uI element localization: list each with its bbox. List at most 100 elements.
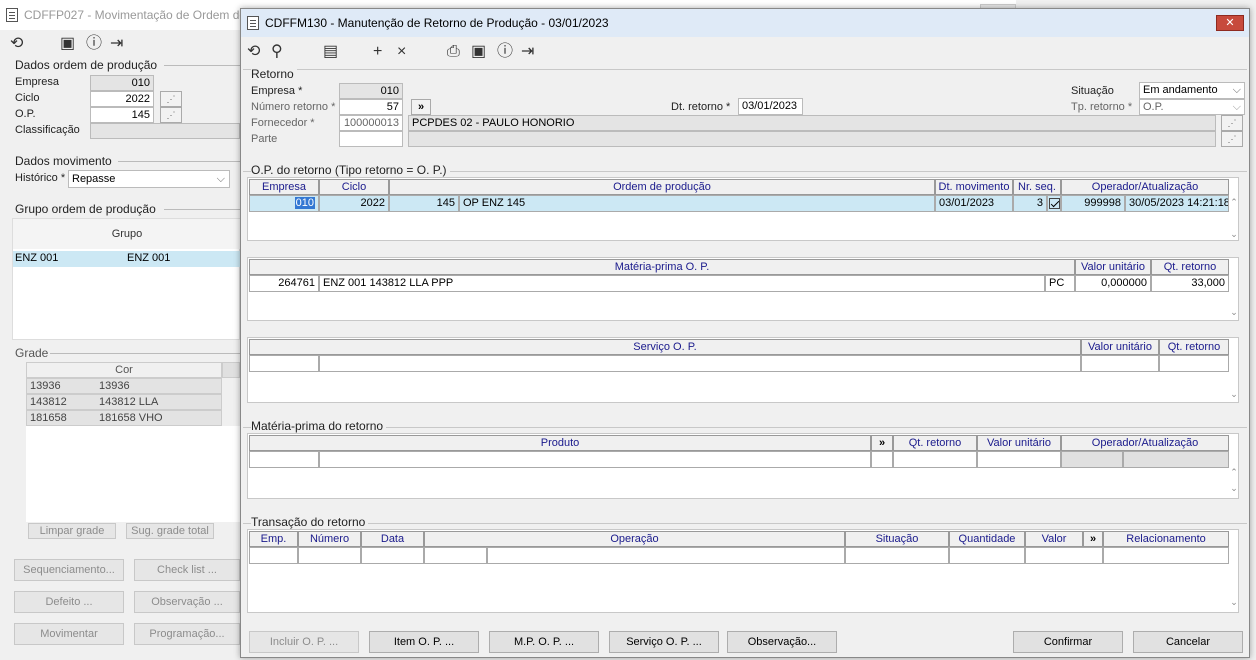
bg-ciclo-field[interactable]: 2022	[90, 91, 154, 107]
mp-op-button[interactable]: M.P. O. P. ...	[489, 631, 599, 653]
defeito-button[interactable]: Defeito ...	[14, 591, 124, 613]
undo-icon[interactable]: ⟲	[247, 43, 260, 61]
fornecedor-code-field[interactable]: 100000013	[339, 115, 403, 131]
lookup-button[interactable]: ⋰	[160, 91, 182, 107]
col-operador[interactable]: Operador/Atualização	[1061, 435, 1229, 451]
col-empresa[interactable]: Empresa	[249, 179, 319, 195]
situacao-select[interactable]: Em andamento ⌵	[1139, 82, 1245, 99]
scroll-up-icon[interactable]: ⌃	[1229, 467, 1239, 478]
transacao-cell[interactable]	[249, 547, 298, 564]
exit-icon[interactable]: ⇥	[521, 43, 534, 61]
col-qt-retorno[interactable]: Qt. retorno	[1151, 259, 1229, 275]
col-qt-retorno[interactable]: Qt. retorno	[1159, 339, 1229, 355]
sug-grade-button[interactable]: Sug. grade total	[126, 523, 214, 539]
col-ordem-producao[interactable]: Ordem de produção	[389, 179, 935, 195]
lookup-button[interactable]: ⋰	[160, 107, 182, 123]
limpar-grade-button[interactable]: Limpar grade	[28, 523, 116, 539]
calendar-icon[interactable]: ▣	[471, 43, 486, 61]
op-row-op-num[interactable]: 145	[389, 195, 459, 212]
lookup-button[interactable]: ⋰	[1221, 131, 1243, 147]
numero-retorno-field[interactable]: 57	[339, 99, 403, 115]
parte-field[interactable]	[339, 131, 403, 147]
mp-row-qt[interactable]: 33,000	[1151, 275, 1229, 292]
mp-retorno-cell[interactable]	[871, 451, 893, 468]
mp-retorno-cell[interactable]	[893, 451, 977, 468]
bg-classificacao-field[interactable]	[90, 123, 240, 139]
op-row-ciclo[interactable]: 2022	[319, 195, 389, 212]
op-row-nr-seq[interactable]: 3	[1013, 195, 1047, 212]
mp-retorno-cell[interactable]	[249, 451, 319, 468]
exit-icon[interactable]: ⇥	[110, 35, 123, 53]
col-produto[interactable]: Produto	[249, 435, 871, 451]
col-valor[interactable]: Valor	[1025, 531, 1083, 547]
transacao-cell[interactable]	[949, 547, 1025, 564]
col-valor-unitario[interactable]: Valor unitário	[977, 435, 1061, 451]
bg-observacao-button[interactable]: Observação ...	[134, 591, 240, 613]
scroll-down-icon[interactable]: ⌄	[1229, 307, 1239, 318]
mp-row-code[interactable]: 264761	[249, 275, 319, 292]
op-row-checkbox[interactable]	[1047, 195, 1061, 212]
add-icon[interactable]: +	[373, 43, 382, 61]
servico-row-cell[interactable]	[249, 355, 319, 372]
col-operacao[interactable]: Operação	[424, 531, 845, 547]
mp-row-valor[interactable]: 0,000000	[1075, 275, 1151, 292]
help-icon[interactable]: ⓘ	[86, 35, 102, 53]
col-quantidade[interactable]: Quantidade	[949, 531, 1025, 547]
op-row-dt-mov[interactable]: 03/01/2023	[935, 195, 1013, 212]
cancelar-button[interactable]: Cancelar	[1133, 631, 1243, 653]
transacao-cell[interactable]	[487, 547, 845, 564]
mp-retorno-cell[interactable]	[977, 451, 1061, 468]
col-operador[interactable]: Operador/Atualização	[1061, 179, 1229, 195]
incluir-op-button[interactable]: Incluir O. P. ...	[249, 631, 359, 653]
servico-row-cell[interactable]	[1159, 355, 1229, 372]
check-list-button[interactable]: Check list ...	[134, 559, 240, 581]
bg-empresa-field[interactable]: 010	[90, 75, 154, 91]
col-servico-op[interactable]: Serviço O. P.	[249, 339, 1081, 355]
programacao-button[interactable]: Programação...	[134, 623, 240, 645]
col-more[interactable]: »	[1083, 531, 1103, 547]
col-mp-op[interactable]: Matéria-prima O. P.	[249, 259, 1075, 275]
servico-row-cell[interactable]	[1081, 355, 1159, 372]
col-qt-retorno[interactable]: Qt. retorno	[893, 435, 977, 451]
col-more[interactable]: »	[871, 435, 893, 451]
col-valor-unitario[interactable]: Valor unitário	[1075, 259, 1151, 275]
confirmar-button[interactable]: Confirmar	[1013, 631, 1123, 653]
print-icon[interactable]: ⎙	[447, 43, 460, 61]
mp-retorno-cell[interactable]	[319, 451, 871, 468]
delete-icon[interactable]: ×	[397, 43, 406, 61]
save-icon[interactable]: ▤	[323, 43, 338, 61]
op-row-operador[interactable]: 999998	[1061, 195, 1125, 212]
col-nr-seq[interactable]: Nr. seq.	[1013, 179, 1061, 195]
servico-row-cell[interactable]	[319, 355, 1081, 372]
col-numero[interactable]: Número	[298, 531, 361, 547]
mp-row-un[interactable]: PC	[1045, 275, 1075, 292]
transacao-cell[interactable]	[1025, 547, 1103, 564]
col-data[interactable]: Data	[361, 531, 424, 547]
col-situacao[interactable]: Situação	[845, 531, 949, 547]
scroll-down-icon[interactable]: ⌄	[1229, 389, 1239, 400]
more-button[interactable]: »	[411, 99, 431, 115]
col-emp[interactable]: Emp.	[249, 531, 298, 547]
scroll-down-icon[interactable]: ⌄	[1229, 229, 1239, 240]
observacao-button[interactable]: Observação...	[727, 631, 837, 653]
col-dt-movimento[interactable]: Dt. movimento	[935, 179, 1013, 195]
sequenciamento-button[interactable]: Sequenciamento...	[14, 559, 124, 581]
empresa-field[interactable]: 010	[339, 83, 403, 99]
table-row[interactable]: 143812 143812 LLA	[26, 394, 222, 410]
tp-retorno-select[interactable]: O.P. ⌵	[1139, 99, 1245, 115]
transacao-cell[interactable]	[845, 547, 949, 564]
table-row[interactable]: ENZ 001 ENZ 001	[13, 251, 241, 267]
op-row-atualizacao[interactable]: 30/05/2023 14:21:18	[1125, 195, 1229, 212]
close-button[interactable]: ✕	[1216, 15, 1244, 31]
servico-op-button[interactable]: Serviço O. P. ...	[609, 631, 719, 653]
item-op-button[interactable]: Item O. P. ...	[369, 631, 479, 653]
help-icon[interactable]: ⓘ	[497, 43, 513, 61]
search-icon[interactable]: ⚲	[271, 43, 283, 61]
movimentar-button[interactable]: Movimentar	[14, 623, 124, 645]
scroll-up-icon[interactable]: ⌃	[1229, 197, 1239, 208]
calendar-icon[interactable]: ▣	[60, 35, 75, 53]
op-row-op-desc[interactable]: OP ENZ 145	[459, 195, 935, 212]
scroll-down-icon[interactable]: ⌄	[1229, 597, 1239, 608]
transacao-cell[interactable]	[298, 547, 361, 564]
col-ciclo[interactable]: Ciclo	[319, 179, 389, 195]
